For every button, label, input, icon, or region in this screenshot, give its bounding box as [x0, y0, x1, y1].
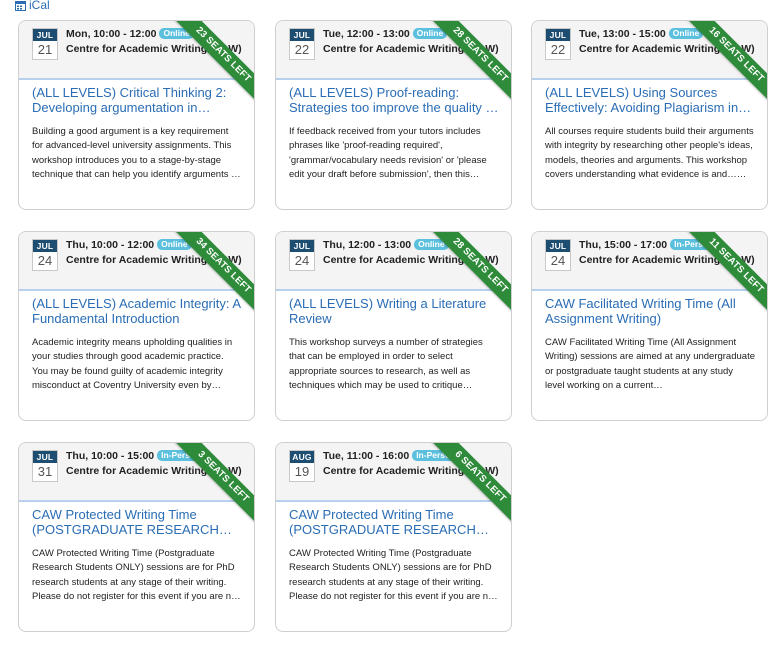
calendar-icon: [15, 0, 26, 11]
event-title-link[interactable]: CAW Facilitated Writing Time (All Assign…: [545, 296, 755, 326]
date-month: JUL: [290, 29, 314, 41]
date-badge: JUL 31: [32, 450, 58, 482]
event-time-text: Thu, 10:00 - 12:00: [66, 239, 155, 251]
date-day: 19: [294, 464, 310, 479]
event-time-text: Tue, 12:00 - 13:00: [323, 28, 410, 40]
date-day: 31: [37, 464, 53, 479]
event-card[interactable]: JUL 24 Thu, 10:00 - 12:00 Online Centre f…: [18, 231, 255, 421]
event-card[interactable]: JUL 24 Thu, 15:00 - 17:00 In-Person Centr…: [531, 231, 768, 421]
date-day: 24: [37, 253, 53, 268]
date-badge: JUL 22: [289, 28, 315, 60]
date-badge: JUL 22: [545, 28, 571, 60]
event-title-link[interactable]: (ALL LEVELS) Using Sources Effectively: …: [545, 85, 755, 115]
event-time: Thu, 12:00 - 13:00 Online: [323, 239, 449, 252]
event-title-link[interactable]: CAW Protected Writing Time (POSTGRADUATE…: [32, 507, 242, 537]
event-title-link[interactable]: (ALL LEVELS) Writing a Literature Review: [289, 296, 499, 326]
event-description: If feedback received from your tutors in…: [289, 126, 487, 180]
event-description: Building a good argument is a key requir…: [32, 126, 241, 180]
date-month: JUL: [33, 451, 57, 463]
event-card[interactable]: JUL 21 Mon, 10:00 - 12:00 Online Centre f…: [18, 20, 255, 210]
date-day: 22: [550, 42, 566, 57]
event-time: Thu, 10:00 - 15:00 In-Person: [66, 450, 205, 463]
event-card[interactable]: JUL 31 Thu, 10:00 - 15:00 In-Person Centr…: [18, 442, 255, 632]
date-day: 24: [294, 253, 310, 268]
event-time: Thu, 10:00 - 12:00 Online: [66, 239, 192, 252]
event-card[interactable]: AUG 19 Tue, 11:00 - 16:00 In-Person Centr…: [275, 442, 512, 632]
event-description: CAW Protected Writing Time (Postgraduate…: [289, 548, 498, 602]
event-time-text: Thu, 15:00 - 17:00: [579, 239, 668, 251]
event-time-text: Tue, 13:00 - 15:00: [579, 28, 666, 40]
event-title-link[interactable]: (ALL LEVELS) Academic Integrity: A Funda…: [32, 296, 242, 326]
event-card[interactable]: JUL 22 Tue, 12:00 - 13:00 Online Centre f…: [275, 20, 512, 210]
event-time: Mon, 10:00 - 12:00 Online: [66, 28, 194, 41]
date-month: JUL: [33, 240, 57, 252]
date-badge: JUL 21: [32, 28, 58, 60]
event-title-link[interactable]: CAW Protected Writing Time (POSTGRADUATE…: [289, 507, 499, 537]
event-title-link[interactable]: (ALL LEVELS) Proof-reading: Strategies t…: [289, 85, 499, 115]
event-time-text: Mon, 10:00 - 12:00: [66, 28, 157, 40]
event-description: CAW Facilitated Writing Time (All Assign…: [545, 337, 755, 391]
event-description: All courses require students build their…: [545, 126, 754, 180]
date-day: 21: [37, 42, 53, 57]
date-month: JUL: [546, 240, 570, 252]
date-badge: JUL 24: [289, 239, 315, 271]
date-badge: AUG 19: [289, 450, 315, 482]
event-time: Tue, 13:00 - 15:00 Online: [579, 28, 704, 41]
event-time-text: Thu, 12:00 - 13:00: [323, 239, 412, 251]
event-time-text: Thu, 10:00 - 15:00: [66, 450, 155, 462]
ical-link[interactable]: iCal: [15, 0, 50, 12]
event-card[interactable]: JUL 22 Tue, 13:00 - 15:00 Online Centre f…: [531, 20, 768, 210]
event-card[interactable]: JUL 24 Thu, 12:00 - 13:00 Online Centre f…: [275, 231, 512, 421]
event-description: This workshop surveys a number of strate…: [289, 337, 483, 391]
date-month: JUL: [546, 29, 570, 41]
event-time: Tue, 12:00 - 13:00 Online: [323, 28, 448, 41]
date-month: JUL: [290, 240, 314, 252]
event-title-link[interactable]: (ALL LEVELS) Critical Thinking 2: Develo…: [32, 85, 242, 115]
event-time: Thu, 15:00 - 17:00 In-Person: [579, 239, 718, 252]
event-description: Academic integrity means upholding quali…: [32, 337, 233, 391]
event-description: CAW Protected Writing Time (Postgraduate…: [32, 548, 241, 602]
date-badge: JUL 24: [545, 239, 571, 271]
date-day: 22: [294, 42, 310, 57]
date-day: 24: [550, 253, 566, 268]
event-time-text: Tue, 11:00 - 16:00: [323, 450, 410, 462]
event-time: Tue, 11:00 - 16:00 In-Person: [323, 450, 460, 463]
date-badge: JUL 24: [32, 239, 58, 271]
date-month: AUG: [290, 451, 314, 463]
date-month: JUL: [33, 29, 57, 41]
ical-label: iCal: [29, 0, 50, 12]
